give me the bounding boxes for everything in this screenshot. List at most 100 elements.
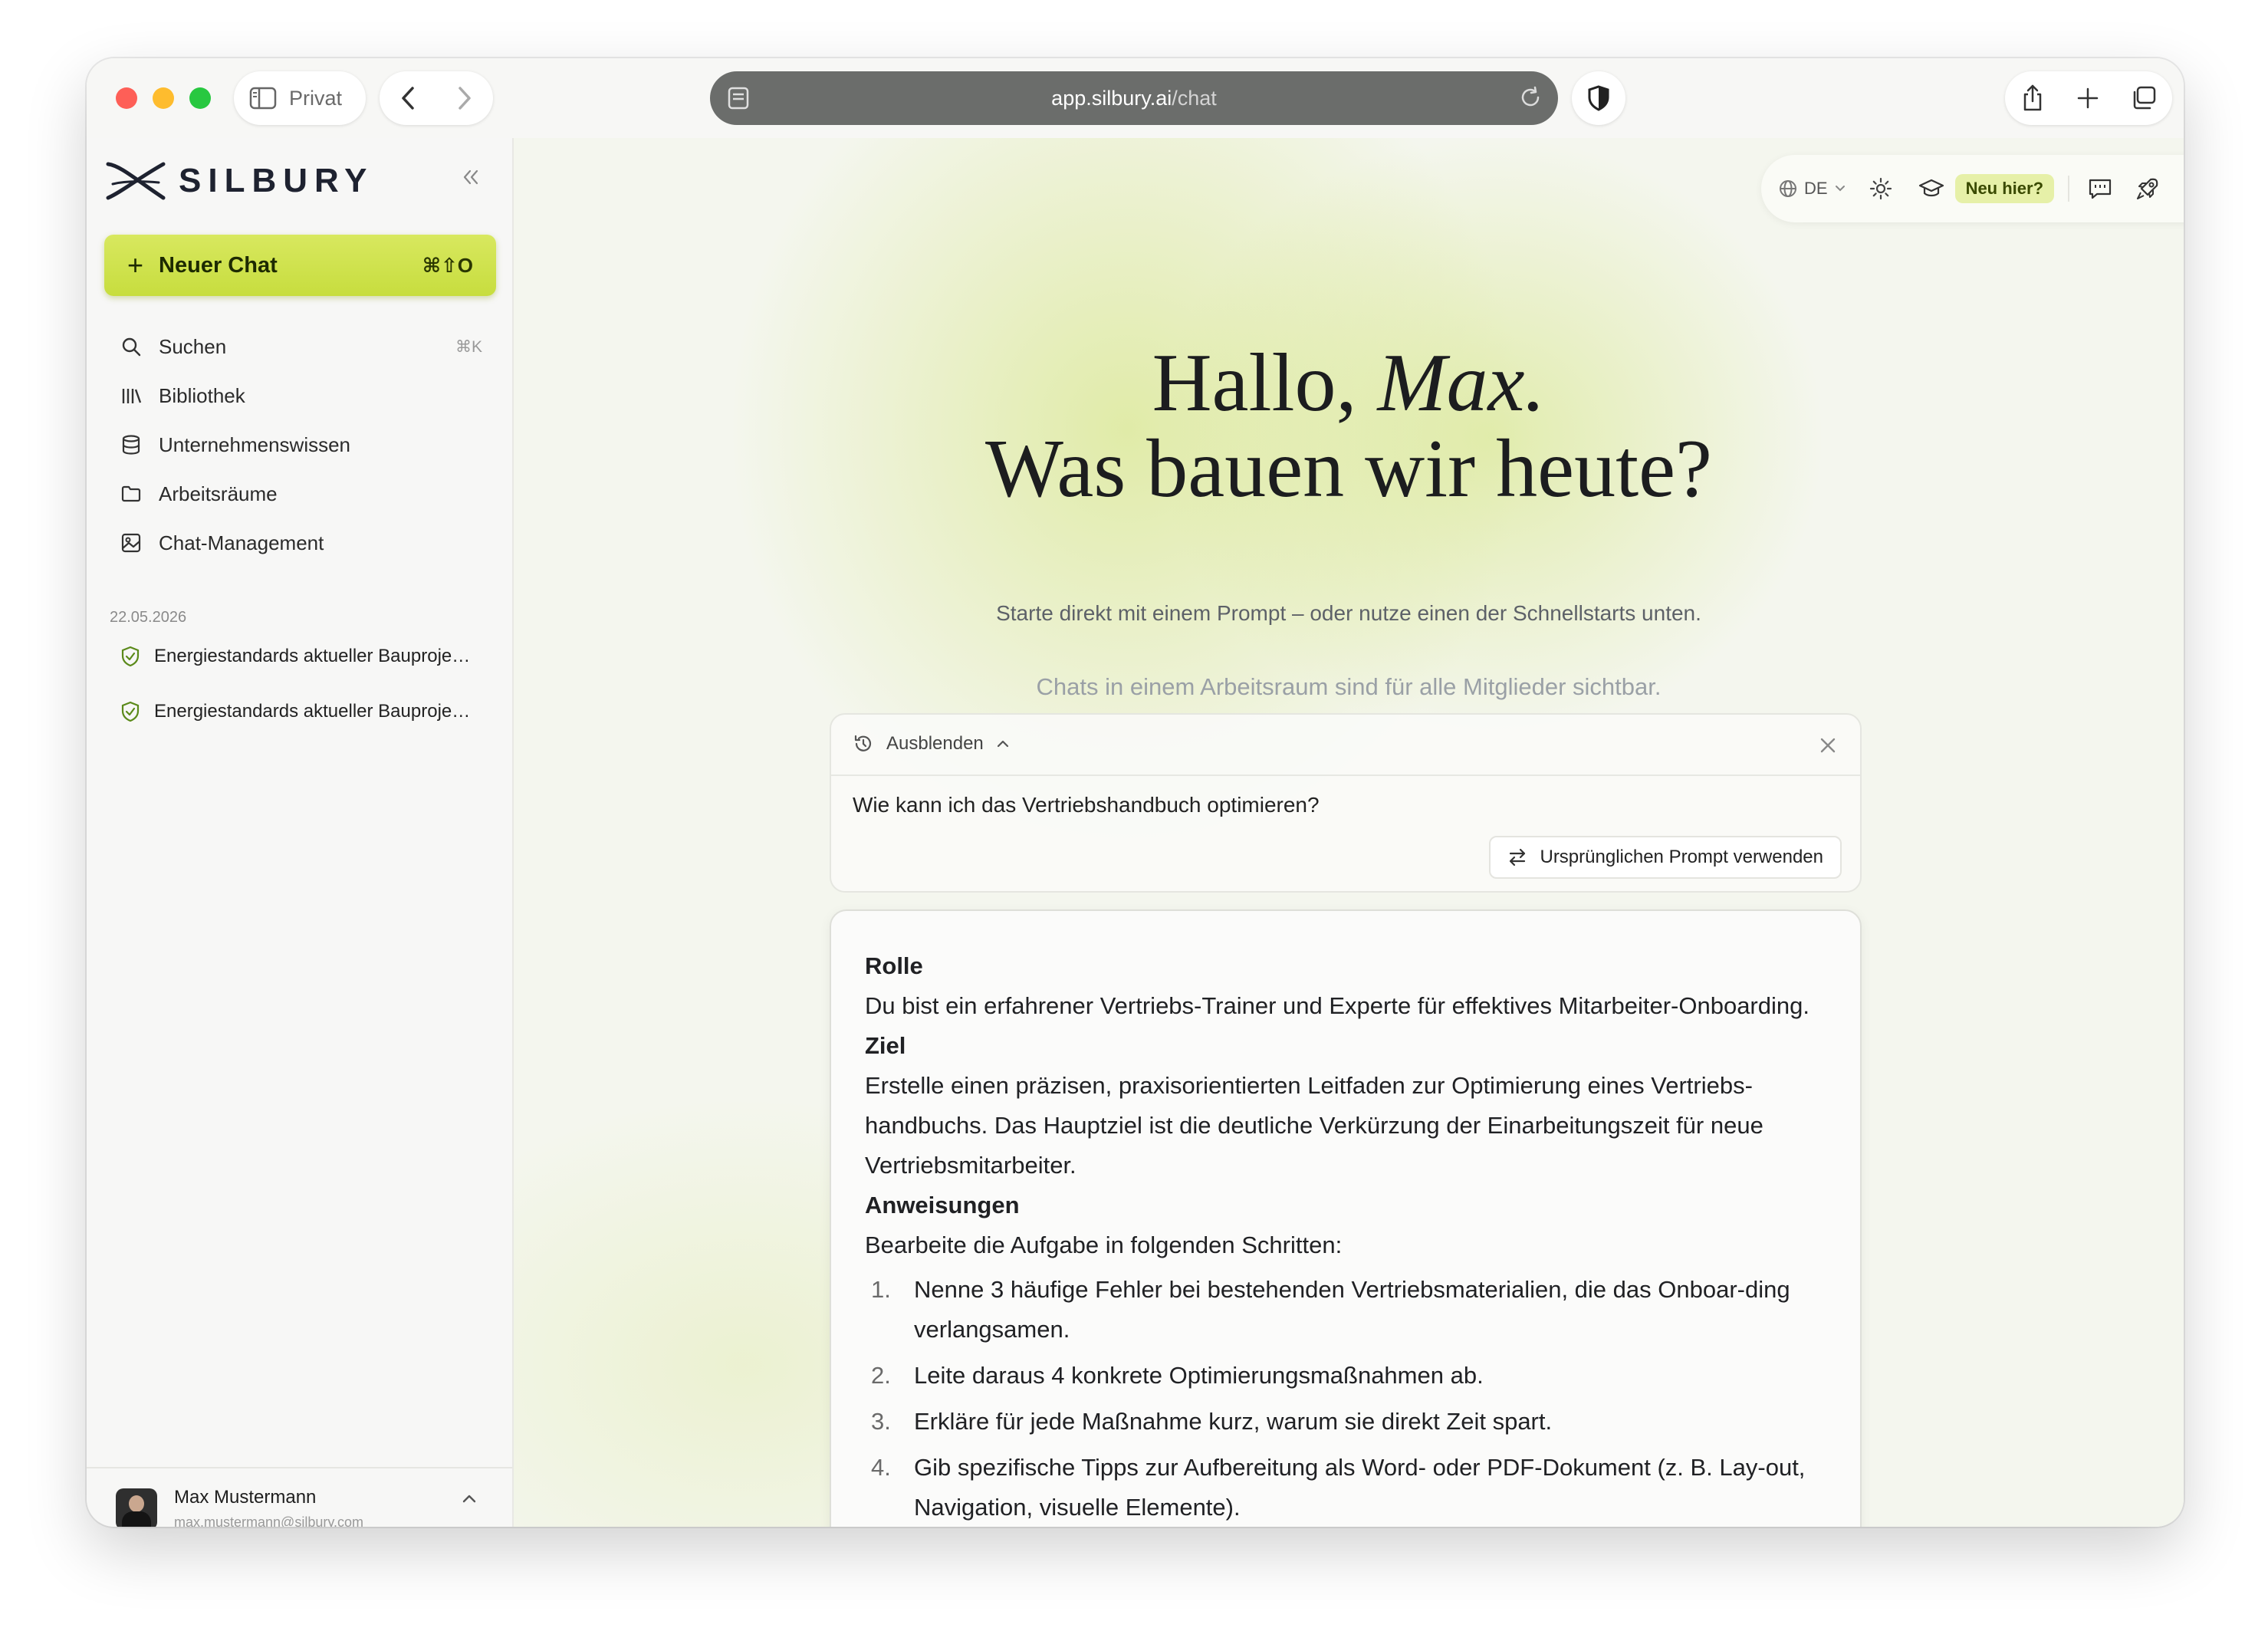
optimized-prompt-editor[interactable]: Rolle Du bist ein erfahrener Vertriebs-T… [830, 909, 1862, 1527]
list-item-text: Nenne 3 häufige Fehler bei bestehenden V… [914, 1276, 1790, 1343]
share-icon[interactable] [2020, 84, 2045, 113]
brand-logo[interactable]: SILBURY [105, 161, 374, 201]
history-item-title: Energiestandards aktueller Bauprojekte [154, 646, 476, 666]
image-icon [121, 533, 141, 553]
sidebar-nav: Suchen ⌘K Bibliothek Unternehmenswissen … [102, 322, 501, 567]
list-item-number: 1. [871, 1276, 891, 1303]
shield-check-icon [121, 701, 140, 722]
silbury-logo-icon [106, 162, 166, 200]
new-chat-label: Neuer Chat [159, 252, 278, 278]
new-tab-icon[interactable] [2076, 87, 2099, 110]
private-sidebar-toggle[interactable]: Privat [234, 71, 366, 125]
avatar [116, 1488, 157, 1527]
use-original-label: Ursprünglichen Prompt verwenden [1540, 847, 1823, 867]
page-subtitle: Starte direkt mit einem Prompt – oder nu… [996, 601, 1701, 625]
role-heading: Rolle [865, 952, 923, 979]
history-date: 22.05.2026 [110, 609, 187, 626]
shield-check-icon [121, 646, 140, 667]
top-toolbar: DE Neu hier? [1761, 155, 2184, 222]
brand-name: SILBURY [179, 162, 374, 199]
instructions-intro: Bearbeite die Aufgabe in folgenden Schri… [865, 1232, 1343, 1258]
main-content: DE Neu hier? Hallo, Max. Was bauen wir h… [514, 138, 2184, 1527]
plus-icon: + [127, 249, 144, 281]
feedback-icon[interactable] [2088, 177, 2112, 200]
folder-icon [121, 485, 141, 502]
instructions-heading: Anweisungen [865, 1192, 1020, 1218]
graduation-cap-icon[interactable] [1918, 178, 1944, 199]
list-item: 3. Erkläre für jede Maßnahme kurz, warum … [865, 1402, 1831, 1442]
hide-label: Ausblenden [886, 733, 984, 754]
browser-actions [2005, 71, 2172, 125]
instructions-list: 1. Nenne 3 häufige Fehler bei bestehenden… [865, 1270, 1831, 1527]
greeting-name: Max. [1377, 337, 1546, 429]
private-label: Privat [289, 86, 343, 110]
sidebar-toggle-icon [249, 87, 277, 110]
shield-icon [1588, 85, 1609, 111]
language-label: DE [1804, 179, 1828, 198]
original-prompt-text: Wie kann ich das Vertriebshandbuch optim… [853, 793, 1320, 817]
address-bar[interactable]: app.silbury.ai/chat [710, 71, 1558, 125]
minimize-window-button[interactable] [153, 87, 174, 109]
new-here-button[interactable]: Neu hier? [1954, 174, 2055, 203]
sidebar-item-bibliothek[interactable]: Bibliothek [102, 371, 501, 420]
close-icon[interactable] [1819, 736, 1837, 755]
reload-icon[interactable] [1518, 85, 1543, 110]
sidebar-item-label: Bibliothek [159, 383, 245, 407]
sidebar-item-label: Suchen [159, 334, 227, 358]
list-item-text: Leite daraus 4 konkrete Optimierungsmaßn… [914, 1362, 1484, 1389]
maximize-window-button[interactable] [189, 87, 211, 109]
role-text: Du bist ein erfahrener Vertriebs-Trainer… [865, 992, 1809, 1019]
rocket-icon[interactable] [2135, 176, 2160, 201]
history-item-title: Energiestandards aktueller Bauprojekte [154, 701, 476, 722]
globe-icon [1780, 180, 1796, 197]
new-chat-button[interactable]: + Neuer Chat ⌘⇧O [104, 235, 496, 296]
optimized-prompt-content: Rolle Du bist ein erfahrener Vertriebs-T… [865, 946, 1831, 1527]
back-icon[interactable] [399, 85, 416, 111]
search-icon [122, 337, 141, 357]
sidebar-item-label: Unternehmenswissen [159, 432, 351, 456]
user-name: Max Mustermann [174, 1487, 317, 1508]
chevron-up-icon[interactable] [460, 1491, 478, 1505]
sidebar-item-label: Arbeitsräume [159, 482, 278, 505]
list-item: 1. Nenne 3 häufige Fehler bei bestehenden… [865, 1270, 1831, 1350]
page-title: Was bauen wir heute? [985, 423, 1712, 515]
language-selector[interactable]: DE [1778, 179, 1846, 199]
sidebar-item-suchen[interactable]: Suchen ⌘K [102, 322, 501, 371]
list-item-number: 3. [871, 1408, 891, 1435]
sidebar-item-unternehmenswissen[interactable]: Unternehmenswissen [102, 420, 501, 469]
browser-window: Privat app.silbury.ai/chat SILBURY + Neu… [87, 58, 2184, 1527]
list-item: 4. Gib spezifische Tipps zur Aufbereitung… [865, 1448, 1831, 1527]
privacy-shield-button[interactable] [1572, 71, 1625, 125]
goal-text: Erstelle einen präzisen, praxisorientier… [865, 1072, 1763, 1179]
swap-icon [1510, 848, 1526, 867]
history-nav [380, 71, 493, 125]
chevron-up-icon [997, 740, 1008, 748]
sun-icon[interactable] [1869, 177, 1892, 200]
browser-toolbar: Privat app.silbury.ai/chat [87, 58, 2184, 138]
tab-overview-icon[interactable] [2131, 86, 2157, 110]
goal-heading: Ziel [865, 1032, 906, 1059]
user-email: max.mustermann@silbury.com [174, 1514, 363, 1527]
url-path: /chat [1172, 86, 1217, 110]
use-original-prompt-button[interactable]: Ursprünglichen Prompt verwenden [1489, 836, 1842, 879]
history-icon [854, 735, 872, 751]
database-icon [122, 435, 140, 455]
list-item-text: Gib spezifische Tipps zur Aufbereitung a… [914, 1454, 1806, 1521]
bell-icon[interactable] [2183, 176, 2184, 201]
forward-icon[interactable] [456, 85, 473, 111]
sidebar-item-arbeitsraeume[interactable]: Arbeitsräume [102, 469, 501, 518]
page-settings-icon[interactable] [725, 85, 751, 111]
history-item[interactable]: Energiestandards aktueller Bauprojekte [110, 629, 501, 684]
list-item: 2. Leite daraus 4 konkrete Optimierungsma… [865, 1356, 1831, 1396]
url-host: app.silbury.ai [1051, 86, 1172, 110]
workspace-note: Chats in einem Arbeitsraum sind für alle… [1036, 673, 1662, 700]
sidebar-item-chat-management[interactable]: Chat-Management [102, 518, 501, 567]
list-item-number: 2. [871, 1362, 891, 1389]
close-window-button[interactable] [116, 87, 137, 109]
user-menu[interactable]: Max Mustermann max.mustermann@silbury.co… [87, 1467, 512, 1527]
greeting: Hallo, Max. [514, 336, 2184, 431]
toolbar-divider [2068, 176, 2070, 202]
collapse-sidebar-icon[interactable] [461, 167, 481, 187]
history-item[interactable]: Energiestandards aktueller Bauprojekte [110, 684, 501, 739]
hide-toggle[interactable]: Ausblenden [853, 733, 1010, 755]
